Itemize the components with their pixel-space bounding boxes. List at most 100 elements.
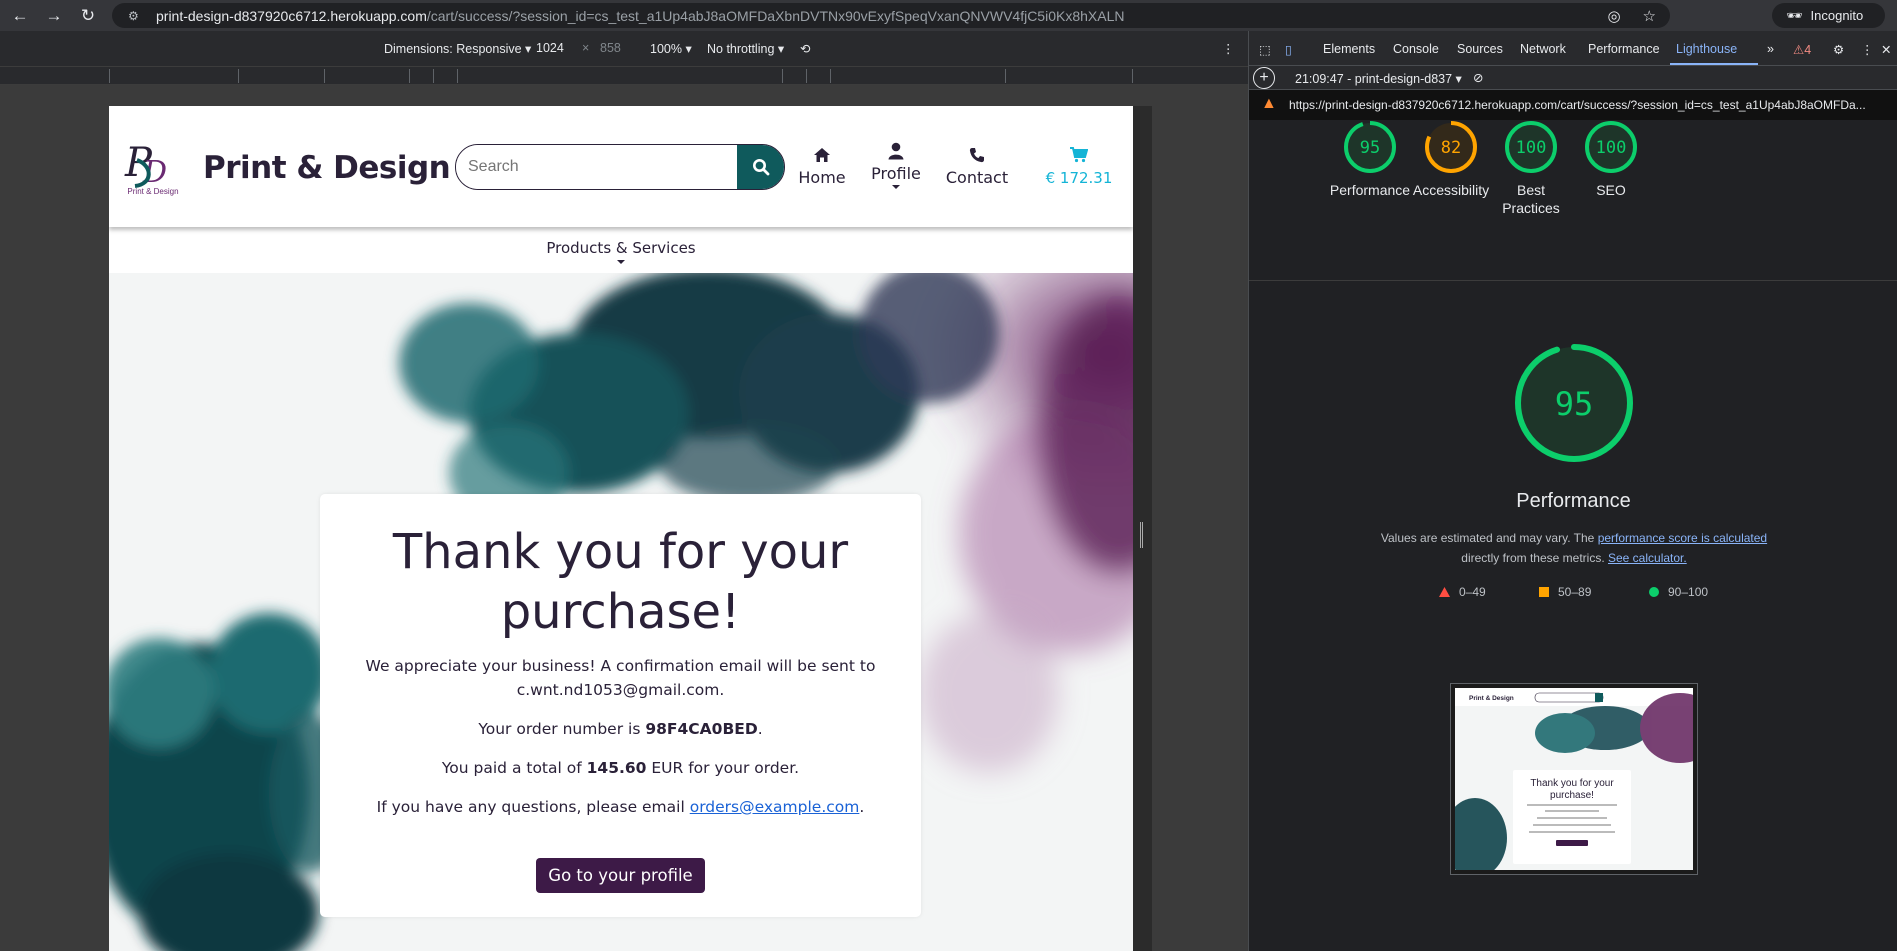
search-input[interactable] (456, 145, 737, 189)
devtools-tabbar: ⬚ ▯ Elements Console Sources Network Per… (1249, 31, 1897, 66)
throttling-dropdown[interactable]: No throttling ▾ (707, 41, 784, 56)
devtools-menu-icon[interactable]: ⋮ (1861, 42, 1874, 57)
orders-email-link[interactable]: orders@example.com (690, 798, 860, 816)
home-icon (814, 148, 830, 162)
report-url-bar: ▲ https://print-design-d837920c6712.hero… (1249, 90, 1897, 120)
confirmation-message: We appreciate your business! A confirmat… (365, 657, 876, 699)
nav-cart[interactable]: € 172.31 (1029, 146, 1129, 187)
search-button[interactable] (737, 145, 784, 189)
nav-home[interactable]: Home (797, 146, 847, 187)
width-input[interactable]: 1024 (536, 41, 564, 55)
site-info-icon[interactable]: ⚙ (128, 9, 146, 23)
bookmark-star-icon[interactable]: ☆ (1643, 7, 1656, 25)
device-toolbar: Dimensions: Responsive ▾ 1024 × 858 100%… (0, 31, 1248, 66)
more-tabs-icon[interactable]: » (1767, 42, 1774, 56)
shopping-cart-icon (1070, 147, 1088, 163)
phone-icon (969, 148, 984, 163)
success-card: Thank you for your purchase! We apprecia… (320, 494, 921, 917)
tab-console[interactable]: Console (1393, 42, 1439, 56)
gauge-seo[interactable]: 100 SEO (1556, 119, 1666, 199)
total-paid-line: You paid a total of 145.60 EUR for your … (441, 759, 800, 777)
order-number: 98F4CA0BED (645, 720, 758, 738)
gauge-score-value: 95 (1360, 138, 1380, 158)
issues-badge[interactable]: ⚠4 (1793, 42, 1811, 57)
subnav: Products & Services (109, 227, 1133, 273)
gauge-score-value: 100 (1596, 138, 1627, 158)
nav-profile[interactable]: Profile (871, 142, 921, 189)
profile-caret-icon (892, 185, 900, 189)
tab-sources[interactable]: Sources (1457, 42, 1503, 56)
site-header: P D Print & Design Print & Design Home P… (109, 106, 1133, 227)
dimensions-dropdown[interactable]: Dimensions: Responsive ▾ (384, 41, 531, 56)
go-to-profile-button[interactable]: Go to your profile (536, 858, 705, 893)
nav-home-label: Home (798, 168, 846, 187)
active-tab-underline (1670, 63, 1758, 65)
close-devtools-icon[interactable]: ✕ (1881, 42, 1891, 57)
products-services-menu[interactable]: Products & Services (546, 239, 695, 257)
warning-icon: ⚠ (1793, 43, 1805, 57)
tab-elements[interactable]: Elements (1323, 42, 1375, 56)
logo-icon[interactable]: P D Print & Design (123, 136, 183, 196)
new-report-icon[interactable]: + (1253, 67, 1275, 89)
url-text[interactable]: print-design-d837920c6712.herokuapp.com/… (156, 8, 1124, 24)
incognito-icon: 🕶 (1786, 7, 1803, 23)
settings-gear-icon[interactable]: ⚙ (1833, 42, 1844, 57)
triangle-icon (1439, 587, 1450, 597)
legend-pass: 90–100 (1649, 585, 1708, 599)
report-url[interactable]: https://print-design-d837920c6712.heroku… (1289, 98, 1866, 112)
divider (1249, 280, 1897, 281)
paid-amount: 145.60 (586, 759, 647, 777)
gauge-ring: 95 (1344, 121, 1396, 173)
incognito-badge[interactable]: 🕶 Incognito (1772, 3, 1885, 28)
rotate-icon[interactable]: ⟲ (800, 41, 810, 56)
main-score-value: 95 (1555, 385, 1594, 423)
legend-fail: 0–49 (1439, 585, 1486, 599)
nav-contact[interactable]: Contact (945, 146, 1009, 187)
report-selector[interactable]: 21:09:47 - print-design-d837 ▾ (1295, 71, 1462, 86)
performance-main-gauge: 95 (1515, 344, 1633, 462)
tab-lighthouse[interactable]: Lighthouse (1676, 42, 1737, 56)
gauge-score-value: 82 (1441, 138, 1461, 158)
hero-smoke-background: Thank you for your purchase! We apprecia… (109, 273, 1133, 951)
gauge-score-value: 100 (1516, 138, 1547, 158)
order-number-line: Your order number is 98F4CA0BED. (478, 720, 763, 738)
square-icon (1539, 587, 1549, 597)
more-options-icon[interactable]: ⋮ (1222, 41, 1235, 56)
svg-text:purchase!: purchase! (1550, 790, 1594, 801)
inspect-element-icon[interactable]: ⬚ (1259, 42, 1271, 57)
lighthouse-toolbar: + 21:09:47 - print-design-d837 ▾ ⊘ (1249, 66, 1897, 90)
search-bar (455, 144, 785, 190)
see-calculator-link[interactable]: See calculator. (1608, 551, 1687, 565)
tab-network[interactable]: Network (1520, 42, 1566, 56)
tab-performance[interactable]: Performance (1588, 42, 1660, 56)
nav-contact-label: Contact (945, 168, 1009, 187)
reload-icon[interactable]: ↻ (74, 2, 102, 30)
address-bar[interactable]: ⚙ print-design-d837920c6712.herokuapp.co… (112, 3, 1670, 28)
lighthouse-icon: ▲ (1261, 95, 1277, 112)
subnav-caret-icon (617, 260, 625, 264)
gauge-ring: 82 (1425, 121, 1477, 173)
clear-reports-icon[interactable]: ⊘ (1473, 70, 1483, 85)
score-calculated-link[interactable]: performance score is calculated (1598, 531, 1767, 545)
height-input[interactable]: 858 (600, 41, 621, 55)
legend-average: 50–89 (1539, 585, 1591, 599)
logo-caption: Print & Design (127, 187, 178, 196)
brand-name[interactable]: Print & Design (203, 150, 451, 186)
forward-icon[interactable]: → (40, 2, 68, 30)
user-icon (888, 142, 904, 160)
score-note: Values are estimated and may vary. The p… (1380, 531, 1768, 565)
resize-handle[interactable] (1140, 522, 1143, 548)
thumb-brand: Print & Design (1469, 695, 1514, 702)
dimension-separator-icon: × (582, 41, 590, 55)
search-icon (752, 159, 769, 176)
device-toggle-icon[interactable]: ▯ (1285, 42, 1292, 57)
back-icon[interactable]: ← (6, 2, 34, 30)
eye-off-icon[interactable]: ◎ (1607, 7, 1620, 25)
thumbnail-preview: Print & Design Thank you for your purcha… (1455, 688, 1693, 870)
incognito-label: Incognito (1810, 8, 1864, 23)
svg-text:D: D (142, 155, 167, 190)
nav-profile-label: Profile (871, 164, 921, 183)
success-title: Thank you for your purchase! (392, 524, 849, 640)
zoom-dropdown[interactable]: 100% ▾ (650, 41, 692, 56)
page-screenshot-thumbnail[interactable]: Print & Design Thank you for your purcha… (1450, 683, 1698, 875)
